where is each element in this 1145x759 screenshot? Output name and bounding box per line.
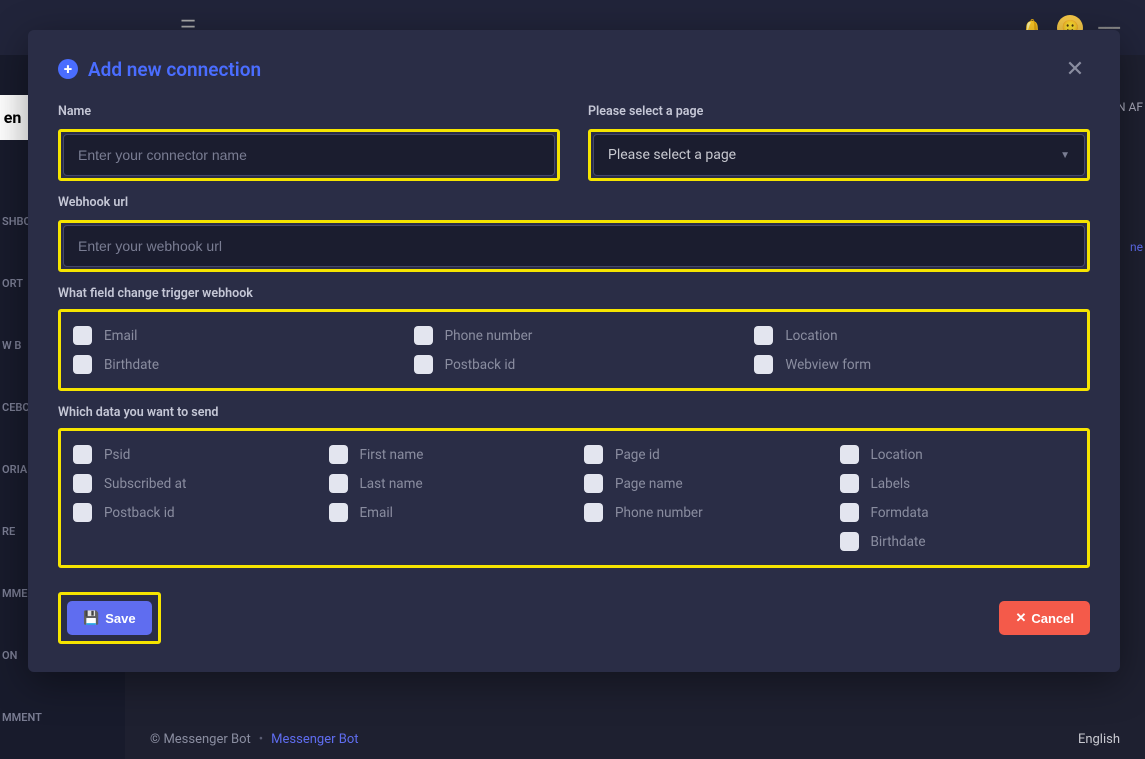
- checkbox[interactable]: [840, 532, 859, 551]
- checkbox[interactable]: [414, 355, 433, 374]
- checkbox-item: Birthdate: [73, 355, 394, 374]
- checkbox-label: Location: [785, 328, 837, 344]
- checkbox[interactable]: [840, 445, 859, 464]
- sidebar-item[interactable]: MMENT: [0, 686, 125, 748]
- checkbox-item: Email: [329, 503, 565, 522]
- send-section-label: Which data you want to send: [58, 405, 1090, 420]
- checkbox[interactable]: [73, 355, 92, 374]
- checkbox[interactable]: [73, 503, 92, 522]
- save-button[interactable]: 💾 Save: [67, 601, 152, 635]
- checkbox[interactable]: [754, 355, 773, 374]
- save-button-label: Save: [105, 611, 135, 626]
- webhook-input-highlight: [58, 220, 1090, 272]
- checkbox-item: Location: [840, 445, 1076, 464]
- trigger-fields-group: Email Phone number Location Birthdate Postba…: [58, 309, 1090, 391]
- checkbox-label: Phone number: [445, 328, 533, 344]
- checkbox[interactable]: [73, 445, 92, 464]
- checkbox-label: Postback id: [445, 357, 516, 373]
- checkbox-item: Postback id: [414, 355, 735, 374]
- checkbox-item: Formdata: [840, 503, 1076, 522]
- checkbox[interactable]: [840, 474, 859, 493]
- connector-name-input[interactable]: [63, 134, 555, 176]
- footer: © Messenger Bot • Messenger Bot English: [125, 719, 1145, 759]
- checkbox-label: Subscribed at: [104, 476, 186, 492]
- chevron-down-icon: ▼: [1060, 150, 1070, 161]
- close-button[interactable]: ✕: [1060, 54, 1090, 84]
- checkbox-item: Location: [754, 326, 1075, 345]
- checkbox-item: Birthdate: [840, 532, 1076, 551]
- checkbox-item: Phone number: [584, 503, 820, 522]
- checkbox-item: Phone number: [414, 326, 735, 345]
- save-icon: 💾: [83, 610, 99, 626]
- name-input-highlight: [58, 129, 560, 181]
- checkbox-item: Page id: [584, 445, 820, 464]
- checkbox-label: Email: [104, 328, 137, 344]
- checkbox-item: Page name: [584, 474, 820, 493]
- page-label: Please select a page: [588, 104, 1090, 119]
- checkbox[interactable]: [329, 503, 348, 522]
- checkbox-label: Last name: [360, 476, 423, 492]
- send-fields-group: Psid First name Page id Location Subscribed …: [58, 428, 1090, 568]
- checkbox-label: Birthdate: [104, 357, 159, 373]
- checkbox-label: Postback id: [104, 505, 175, 521]
- checkbox[interactable]: [584, 503, 603, 522]
- page-select-value: Please select a page: [608, 147, 736, 163]
- checkbox[interactable]: [754, 326, 773, 345]
- checkbox[interactable]: [73, 326, 92, 345]
- checkbox[interactable]: [73, 474, 92, 493]
- checkbox[interactable]: [329, 445, 348, 464]
- bg-stub: ne: [1130, 240, 1143, 254]
- checkbox-item: Last name: [329, 474, 565, 493]
- checkbox-label: Formdata: [871, 505, 929, 521]
- add-connection-modal: + Add new connection ✕ Name Please selec…: [28, 30, 1120, 672]
- checkbox-item: Email: [73, 326, 394, 345]
- checkbox[interactable]: [840, 503, 859, 522]
- plus-circle-icon: +: [58, 59, 78, 79]
- checkbox-item: Psid: [73, 445, 309, 464]
- checkbox-label: Birthdate: [871, 534, 926, 550]
- save-button-highlight: 💾 Save: [58, 592, 161, 644]
- checkbox[interactable]: [414, 326, 433, 345]
- checkbox-label: First name: [360, 447, 424, 463]
- page-select[interactable]: Please select a page ▼: [593, 134, 1085, 176]
- checkbox-label: Labels: [871, 476, 911, 492]
- checkbox-label: Location: [871, 447, 923, 463]
- checkbox-item: First name: [329, 445, 565, 464]
- modal-title: + Add new connection: [58, 58, 261, 81]
- close-icon: ✕: [1066, 57, 1084, 82]
- checkbox[interactable]: [584, 474, 603, 493]
- bg-stub: N AF: [1117, 100, 1143, 114]
- checkbox-label: Psid: [104, 447, 130, 463]
- checkbox[interactable]: [584, 445, 603, 464]
- checkbox-item: Webview form: [754, 355, 1075, 374]
- checkbox-label: Webview form: [785, 357, 871, 373]
- page-select-highlight: Please select a page ▼: [588, 129, 1090, 181]
- checkbox-label: Page id: [615, 447, 660, 463]
- webhook-url-input[interactable]: [63, 225, 1085, 267]
- checkbox-item: Postback id: [73, 503, 309, 522]
- footer-link[interactable]: Messenger Bot: [271, 732, 358, 747]
- trigger-section-label: What field change trigger webhook: [58, 286, 1090, 301]
- footer-copyright: © Messenger Bot: [150, 732, 251, 747]
- checkbox-label: Page name: [615, 476, 683, 492]
- checkbox-item: Subscribed at: [73, 474, 309, 493]
- name-label: Name: [58, 104, 560, 119]
- cancel-button-label: Cancel: [1031, 611, 1074, 626]
- footer-language[interactable]: English: [1078, 732, 1120, 747]
- checkbox[interactable]: [329, 474, 348, 493]
- cancel-icon: ✕: [1015, 610, 1026, 626]
- checkbox-label: Phone number: [615, 505, 703, 521]
- checkbox-label: Email: [360, 505, 393, 521]
- modal-title-text: Add new connection: [88, 58, 261, 81]
- webhook-label: Webhook url: [58, 195, 1090, 210]
- checkbox-item: Labels: [840, 474, 1076, 493]
- cancel-button[interactable]: ✕ Cancel: [999, 601, 1090, 635]
